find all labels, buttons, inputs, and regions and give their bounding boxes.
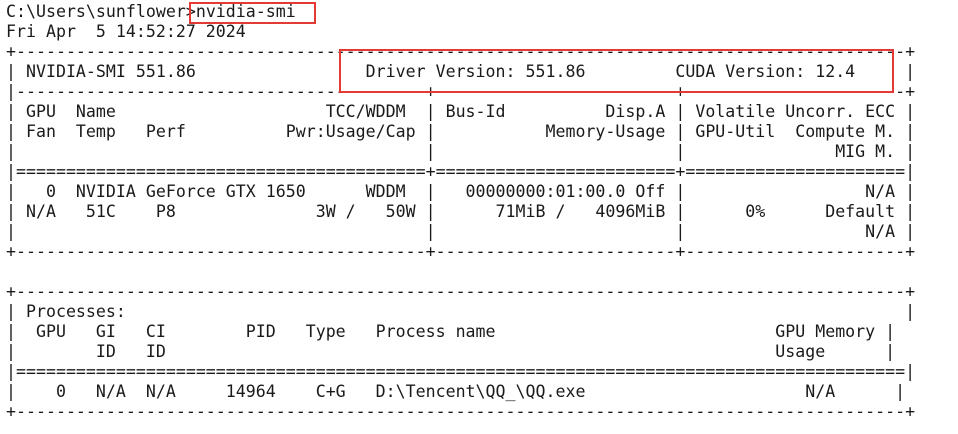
output-line: | GPU Name TCC/WDDM | Bus-Id Disp.A | Vo… bbox=[6, 102, 916, 121]
output-line: +---------------------------------------… bbox=[6, 282, 916, 301]
output-line: | | | MIG M. | bbox=[6, 142, 916, 161]
prompt-path: C:\Users\sunflower> bbox=[6, 2, 196, 21]
output-line: | NVIDIA-SMI 551.86 Driver Version: 551.… bbox=[6, 62, 916, 81]
terminal-window[interactable]: C:\Users\sunflower>nvidia-smi Fri Apr 5 … bbox=[0, 0, 958, 434]
timestamp-line: Fri Apr 5 14:52:27 2024 bbox=[6, 22, 246, 41]
output-line: | Processes: | bbox=[6, 302, 916, 321]
output-line: | GPU GI CI PID Type Process name GPU Me… bbox=[6, 322, 896, 341]
output-line: |=======================================… bbox=[6, 362, 916, 381]
output-line: |---------------------------------------… bbox=[6, 82, 916, 101]
output-line: | N/A 51C P8 3W / 50W | 71MiB / 4096MiB … bbox=[6, 202, 916, 221]
command-text: nvidia-smi bbox=[195, 2, 296, 21]
output-line: +---------------------------------------… bbox=[6, 402, 916, 421]
output-line: | | | N/A | bbox=[6, 222, 916, 241]
output-line: | 0 N/A N/A 14964 C+G D:\Tencent\QQ_\QQ.… bbox=[6, 382, 906, 401]
output-line: | 0 NVIDIA GeForce GTX 1650 WDDM | 00000… bbox=[6, 182, 916, 201]
output-line: |=======================================… bbox=[6, 162, 916, 181]
output-line: | Fan Temp Perf Pwr:Usage/Cap | Memory-U… bbox=[6, 122, 916, 141]
command-line: C:\Users\sunflower>nvidia-smi bbox=[6, 2, 296, 22]
output-line: +---------------------------------------… bbox=[6, 42, 916, 61]
output-line: | ID ID Usage | bbox=[6, 342, 896, 361]
output-line: +---------------------------------------… bbox=[6, 242, 916, 261]
